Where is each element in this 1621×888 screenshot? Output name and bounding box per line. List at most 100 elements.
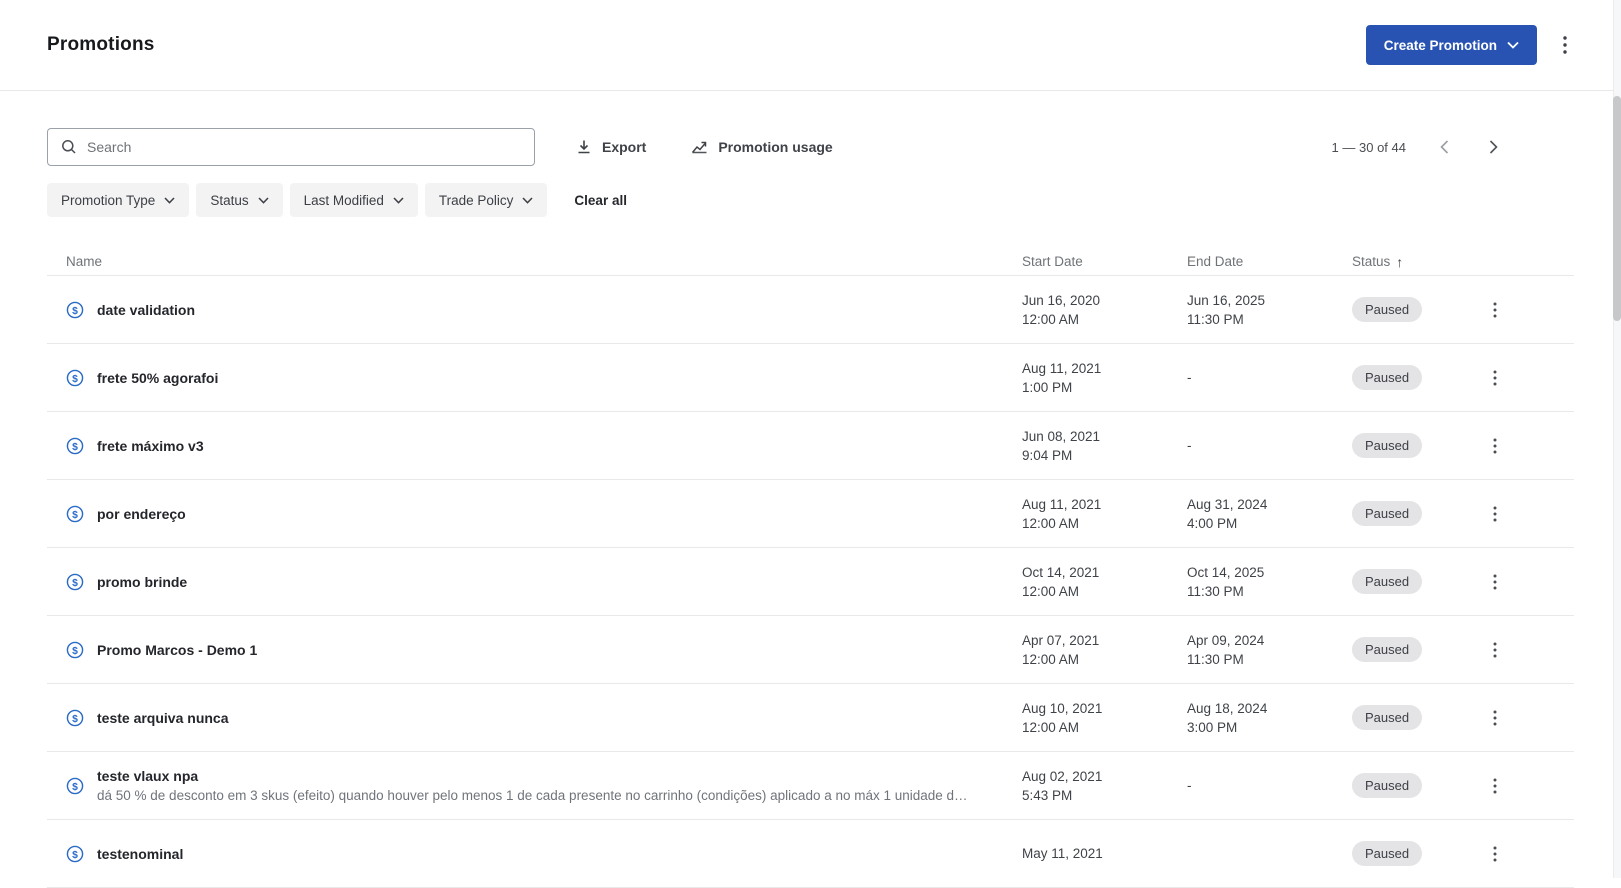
filter-last-modified[interactable]: Last Modified [289, 183, 418, 217]
export-button[interactable]: Export [576, 139, 646, 155]
promotion-name: Promo Marcos - Demo 1 [97, 641, 258, 658]
promotion-name-cell[interactable]: $ Promo Marcos - Demo 1 [47, 641, 1022, 659]
pagination-next-button[interactable] [1483, 135, 1504, 159]
promotion-name-cell[interactable]: $ frete 50% agorafoi [47, 369, 1022, 387]
row-overflow-menu-button[interactable] [1487, 636, 1503, 664]
promotion-name-lines: date validation [97, 302, 195, 318]
table-row[interactable]: $ teste arquiva nunca Aug 10, 2021 12:00… [47, 684, 1574, 752]
kebab-vertical-icon [1493, 846, 1497, 862]
line-chart-icon [691, 139, 708, 155]
column-header-start-date: Start Date [1022, 254, 1083, 269]
status-cell: Paused [1352, 569, 1487, 594]
row-overflow-menu-button[interactable] [1487, 432, 1503, 460]
status-badge: Paused [1352, 365, 1423, 390]
start-date-cell: Apr 07, 2021 12:00 AM [1022, 631, 1187, 669]
status-badge: Paused [1352, 773, 1423, 798]
table-row[interactable]: $ frete máximo v3 Jun 08, 2021 9:04 PM -… [47, 412, 1574, 480]
filter-status[interactable]: Status [196, 183, 283, 217]
promotion-name: testenominal [97, 845, 184, 862]
table-row[interactable]: $ frete 50% agorafoi Aug 11, 2021 1:00 P… [47, 344, 1574, 412]
status-badge: Paused [1352, 841, 1423, 866]
promotion-name-cell[interactable]: $ testenominal [47, 845, 1022, 863]
svg-text:$: $ [72, 441, 78, 452]
filter-last-modified-label: Last Modified [303, 192, 384, 208]
table-row[interactable]: $ por endereço Aug 11, 2021 12:00 AM Aug… [47, 480, 1574, 548]
end-date-cell: Apr 09, 2024 11:30 PM [1187, 631, 1352, 669]
start-date-cell: Oct 14, 2021 12:00 AM [1022, 563, 1187, 601]
promotion-description: dá 50 % de desconto em 3 skus (efeito) q… [97, 788, 968, 803]
end-date-cell: - [1187, 776, 1352, 795]
row-overflow-menu-button[interactable] [1487, 500, 1503, 528]
chevron-right-icon [1487, 139, 1500, 155]
create-promotion-button[interactable]: Create Promotion [1365, 25, 1537, 65]
promotion-name-cell[interactable]: $ promo brinde [47, 573, 1022, 591]
kebab-vertical-icon [1493, 438, 1497, 454]
chevron-down-icon [1507, 41, 1519, 49]
status-cell: Paused [1352, 841, 1487, 866]
table-row[interactable]: $ teste vlaux npa dá 50 % de desconto em… [47, 752, 1574, 820]
end-date-cell: Aug 31, 2024 4:00 PM [1187, 495, 1352, 533]
chevron-left-icon [1438, 139, 1451, 155]
svg-text:$: $ [72, 305, 78, 316]
promotion-name-cell[interactable]: $ por endereço [47, 505, 1022, 523]
search-box[interactable] [47, 128, 535, 166]
promotion-name-cell[interactable]: $ teste arquiva nunca [47, 709, 1022, 727]
svg-text:$: $ [72, 509, 78, 520]
circle-dollar-icon: $ [66, 505, 84, 523]
promotion-name: date validation [97, 301, 196, 318]
row-overflow-menu-button[interactable] [1487, 568, 1503, 596]
filter-promotion-type[interactable]: Promotion Type [47, 183, 190, 217]
start-date-cell: Aug 11, 2021 1:00 PM [1022, 359, 1187, 397]
promotion-name-lines: teste arquiva nunca [97, 710, 229, 726]
row-overflow-menu-button[interactable] [1487, 772, 1503, 800]
promotion-name-lines: promo brinde [97, 574, 187, 590]
start-time: 5:43 PM [1022, 787, 1073, 803]
status-cell: Paused [1352, 501, 1487, 526]
svg-text:$: $ [72, 645, 78, 656]
column-header-status[interactable]: Status ↑ [1352, 254, 1487, 270]
start-date-cell: Aug 02, 2021 5:43 PM [1022, 767, 1187, 805]
end-time: 3:00 PM [1187, 719, 1238, 735]
start-date-cell: Jun 08, 2021 9:04 PM [1022, 427, 1187, 465]
clear-all-filters-button[interactable]: Clear all [574, 193, 627, 208]
promotion-name-cell[interactable]: $ date validation [47, 301, 1022, 319]
status-cell: Paused [1352, 637, 1487, 662]
end-date: Oct 14, 2025 [1187, 564, 1265, 580]
row-overflow-menu-button[interactable] [1487, 704, 1503, 732]
status-cell: Paused [1352, 297, 1487, 322]
table-row[interactable]: $ date validation Jun 16, 2020 12:00 AM … [47, 276, 1574, 344]
start-date: Aug 02, 2021 [1022, 768, 1103, 784]
filter-trade-policy[interactable]: Trade Policy [424, 183, 548, 217]
start-date: Aug 10, 2021 [1022, 700, 1103, 716]
promotion-name-cell[interactable]: $ frete máximo v3 [47, 437, 1022, 455]
vertical-scrollbar-thumb[interactable] [1613, 96, 1621, 321]
promotion-name-lines: frete 50% agorafoi [97, 370, 218, 386]
filter-trade-policy-label: Trade Policy [438, 192, 514, 208]
circle-dollar-icon: $ [66, 709, 84, 727]
promotions-table: Name Start Date End Date Status ↑ $ date… [47, 248, 1574, 888]
row-overflow-menu-button[interactable] [1487, 840, 1503, 868]
start-time: 12:00 AM [1022, 719, 1080, 735]
status-cell: Paused [1352, 773, 1487, 798]
promotion-name: teste arquiva nunca [97, 709, 229, 726]
table-row[interactable]: $ promo brinde Oct 14, 2021 12:00 AM Oct… [47, 548, 1574, 616]
start-time: 12:00 AM [1022, 515, 1080, 531]
search-input[interactable] [87, 139, 521, 155]
end-date-cell: Jun 16, 2025 11:30 PM [1187, 291, 1352, 329]
promotion-usage-button[interactable]: Promotion usage [691, 139, 833, 155]
vertical-scrollbar-track[interactable] [1613, 0, 1621, 878]
filter-promotion-type-label: Promotion Type [61, 192, 156, 208]
pagination-prev-button[interactable] [1434, 135, 1455, 159]
promotion-name-cell[interactable]: $ teste vlaux npa dá 50 % de desconto em… [47, 768, 1022, 803]
promotion-name-lines: Promo Marcos - Demo 1 [97, 642, 257, 658]
row-overflow-menu-button[interactable] [1487, 364, 1503, 392]
promotion-name: por endereço [97, 505, 186, 522]
circle-dollar-icon: $ [66, 301, 84, 319]
header-overflow-menu-button[interactable] [1557, 30, 1573, 60]
row-overflow-menu-button[interactable] [1487, 296, 1503, 324]
status-badge: Paused [1352, 433, 1423, 458]
column-header-end-date: End Date [1187, 254, 1244, 269]
filter-bar: Promotion Type Status Last Modified Trad… [0, 183, 1621, 217]
promotion-name-lines: testenominal [97, 846, 183, 862]
table-row[interactable]: $ Promo Marcos - Demo 1 Apr 07, 2021 12:… [47, 616, 1574, 684]
